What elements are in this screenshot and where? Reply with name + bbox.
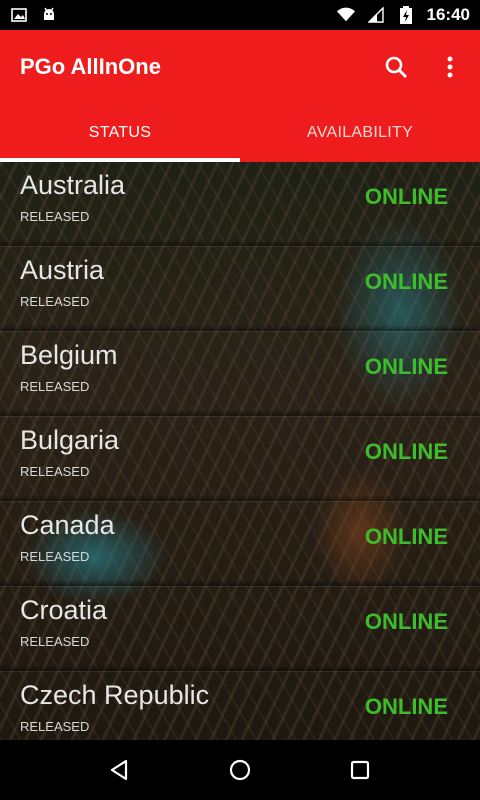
list-item[interactable]: Bulgaria RELEASED ONLINE [0, 417, 480, 502]
wifi-icon [336, 6, 355, 24]
release-status: RELEASED [20, 294, 90, 309]
list-item[interactable]: Australia RELEASED ONLINE [0, 162, 480, 247]
android-icon [40, 6, 58, 24]
country-name: Canada [20, 510, 115, 540]
battery-icon [397, 6, 415, 24]
clock: 16:40 [426, 5, 470, 24]
country-name: Croatia [20, 595, 108, 625]
release-status: RELEASED [20, 719, 90, 734]
country-name: Bulgaria [20, 425, 120, 455]
release-status: RELEASED [20, 549, 90, 564]
server-status: ONLINE [364, 354, 448, 379]
server-status: ONLINE [364, 524, 448, 549]
home-icon[interactable] [220, 750, 260, 790]
list-item[interactable]: Croatia RELEASED ONLINE [0, 587, 480, 672]
country-name: Czech Republic [20, 680, 210, 710]
list-item[interactable]: Czech Republic RELEASED ONLINE [0, 672, 480, 740]
app-title: PGo AllInOne [20, 54, 161, 79]
nav-bar [0, 740, 480, 800]
country-name: Australia [20, 170, 126, 200]
country-name: Belgium [20, 340, 118, 370]
tab-availability[interactable]: AVAILABILITY [240, 104, 480, 162]
country-name: Austria [20, 255, 105, 285]
country-list[interactable]: Australia RELEASED ONLINE Austria RELEAS… [0, 162, 480, 740]
more-vert-icon[interactable] [436, 53, 464, 81]
signal-icon [367, 6, 385, 24]
list-item[interactable]: Austria RELEASED ONLINE [0, 247, 480, 332]
list-item[interactable]: Belgium RELEASED ONLINE [0, 332, 480, 417]
release-status: RELEASED [20, 634, 90, 649]
status-bar: 16:40 [0, 0, 480, 30]
app-bar: PGo AllInOne [0, 30, 480, 104]
search-icon[interactable] [382, 53, 410, 81]
server-status: ONLINE [364, 184, 448, 209]
server-status: ONLINE [364, 439, 448, 464]
release-status: RELEASED [20, 209, 90, 224]
release-status: RELEASED [20, 464, 90, 479]
server-status: ONLINE [364, 269, 448, 294]
back-icon[interactable] [100, 750, 140, 790]
server-status: ONLINE [364, 609, 448, 634]
tab-status[interactable]: STATUS [0, 104, 240, 162]
server-status: ONLINE [364, 694, 448, 719]
list-item[interactable]: Canada RELEASED ONLINE [0, 502, 480, 587]
release-status: RELEASED [20, 379, 90, 394]
recents-icon[interactable] [340, 750, 380, 790]
tab-bar: STATUS AVAILABILITY [0, 104, 480, 162]
image-icon [10, 6, 28, 24]
